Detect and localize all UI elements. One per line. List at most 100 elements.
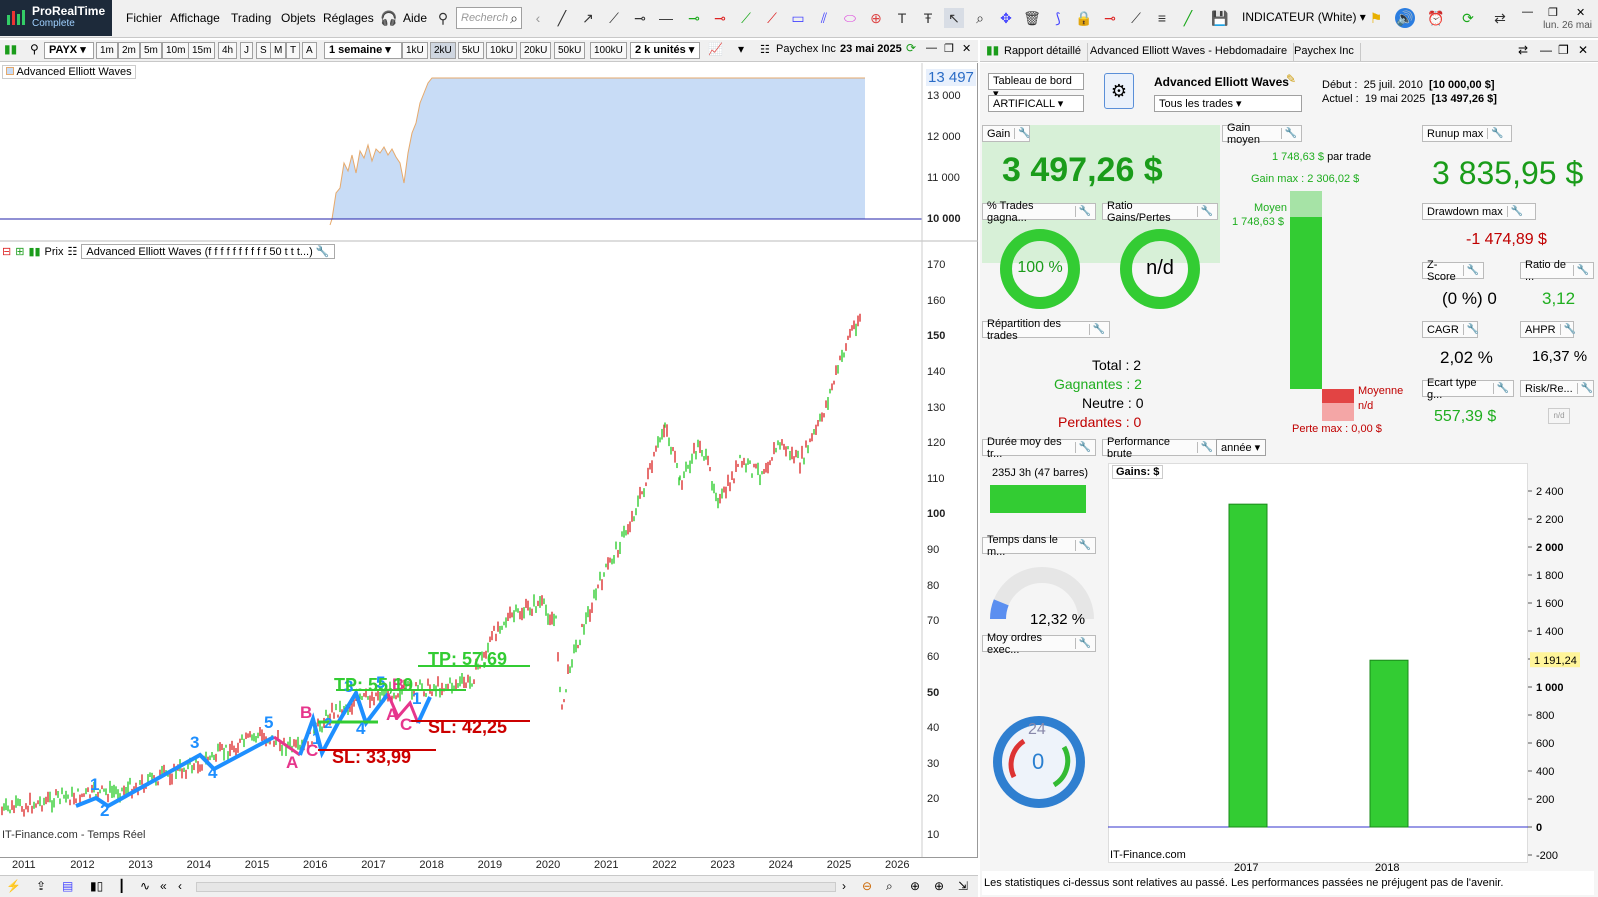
- unit-50ku[interactable]: 50kU: [554, 42, 586, 59]
- search-icon[interactable]: ⌕: [504, 8, 524, 28]
- horizontal-scrollbar[interactable]: [196, 882, 836, 892]
- candle-style-icon[interactable]: ▮▯: [90, 879, 103, 893]
- sync-icon[interactable]: ⟳: [1458, 8, 1478, 28]
- menu-reglages[interactable]: Réglages: [323, 11, 374, 25]
- dashboard-select[interactable]: Tableau de bord ▾: [988, 73, 1084, 100]
- unit-5ku[interactable]: 5kU: [458, 42, 484, 59]
- ecart-header[interactable]: Ecart type g... 🔧: [1422, 377, 1514, 401]
- unit-20ku[interactable]: 20kU: [520, 42, 552, 59]
- zoom-in-alt-icon[interactable]: ⊕: [934, 879, 944, 893]
- wave-tool-icon[interactable]: ⚡: [6, 879, 21, 893]
- line-tool-icon[interactable]: ╱: [552, 8, 572, 28]
- perf-period-select[interactable]: année ▾: [1216, 439, 1266, 456]
- tab-strategy[interactable]: Advanced Elliott Waves - Hebdomadaire: [1084, 43, 1295, 61]
- wrench-icon[interactable]: 🔧: [1576, 383, 1593, 394]
- account-select[interactable]: ARTIFICALL ▾: [988, 95, 1084, 112]
- wrench-icon[interactable]: 🔧: [1280, 128, 1297, 139]
- gain-moyen-header[interactable]: Gain moyen 🔧: [1222, 122, 1302, 146]
- timeframe-s[interactable]: S: [256, 42, 271, 59]
- wrench-icon[interactable]: 🔧: [1462, 324, 1479, 335]
- save-icon[interactable]: 💾: [1210, 8, 1230, 28]
- scroll-left-icon[interactable]: ‹: [528, 8, 548, 28]
- tab-instrument[interactable]: Paychex Inc: [1288, 43, 1361, 61]
- trades-select[interactable]: Tous les trades ▾: [1154, 95, 1302, 112]
- wrench-icon[interactable]: 🔧: [1572, 265, 1589, 276]
- speaker-icon[interactable]: 🔊: [1395, 8, 1415, 28]
- wrench-icon[interactable]: 🔧: [1559, 324, 1576, 335]
- equity-title[interactable]: Advanced Elliott Waves: [2, 65, 136, 79]
- close-icon[interactable]: ✕: [1576, 6, 1585, 19]
- chart-type-icon[interactable]: ▮▮: [4, 42, 17, 56]
- collapse-icon[interactable]: ⊟: [2, 245, 11, 258]
- list-icon[interactable]: ☷: [68, 245, 78, 258]
- wrench-icon[interactable]: 🔧: [1074, 206, 1091, 217]
- tab-rapport[interactable]: Rapport détaillé: [998, 43, 1089, 61]
- share-icon[interactable]: ⇄: [1490, 8, 1510, 28]
- list-icon[interactable]: ☷: [760, 43, 770, 56]
- alert-line-icon[interactable]: ⊸: [1100, 8, 1120, 28]
- scroll-left-button[interactable]: ‹: [178, 879, 182, 893]
- window-controls[interactable]: —: [1522, 6, 1533, 18]
- headset-icon[interactable]: 🎧: [379, 8, 399, 28]
- layout-icon[interactable]: ▤: [62, 879, 73, 893]
- ellipse-tool-icon[interactable]: ⬭: [840, 8, 860, 28]
- menu-objets[interactable]: Objets: [281, 11, 316, 25]
- indicator-chart-icon[interactable]: 📈: [708, 42, 723, 56]
- levels-tool-icon[interactable]: ≡: [1152, 8, 1172, 28]
- edit-icon[interactable]: ✎: [1286, 72, 1296, 86]
- text-tool-icon[interactable]: T: [892, 8, 912, 28]
- wrench-icon[interactable]: 🔧: [1196, 442, 1213, 453]
- scroll-right-button[interactable]: ›: [842, 879, 846, 893]
- add-tool-icon[interactable]: ⊕: [866, 8, 886, 28]
- indicator-select[interactable]: INDICATEUR (White) ▾: [1242, 10, 1366, 24]
- timeframe-m[interactable]: M: [270, 42, 287, 59]
- duree-header[interactable]: Durée moy des tr... 🔧: [982, 436, 1096, 460]
- timeframe-j[interactable]: J: [240, 42, 253, 59]
- auto-scale-icon[interactable]: ⇲: [958, 879, 968, 893]
- green-trend-icon[interactable]: ╱: [1178, 8, 1198, 28]
- timeframe-10m[interactable]: 10m: [162, 42, 190, 59]
- share-chart-icon[interactable]: ⇪: [36, 879, 46, 893]
- bookmark-icon[interactable]: ⚲: [433, 8, 453, 28]
- runup-header[interactable]: Runup max 🔧: [1422, 125, 1512, 142]
- line-style-icon[interactable]: ∿: [140, 879, 150, 893]
- magnet-icon[interactable]: ⟆: [1048, 8, 1068, 28]
- alarm-icon[interactable]: ⏰: [1426, 8, 1446, 28]
- expand-icon[interactable]: ⊞: [15, 245, 24, 258]
- unit-2ku[interactable]: 2kU: [430, 42, 456, 59]
- refresh-icon[interactable]: ⟳: [906, 41, 916, 55]
- drawdown-header[interactable]: Drawdown max 🔧: [1422, 203, 1536, 220]
- risk-header[interactable]: Risk/Re... 🔧: [1520, 380, 1594, 397]
- chevron-down-icon[interactable]: ▾: [738, 42, 744, 56]
- lock-icon[interactable]: 🔒: [1074, 8, 1094, 28]
- arrow-tool-icon[interactable]: ↗: [578, 8, 598, 28]
- gain-header[interactable]: Gain 🔧: [982, 125, 1031, 142]
- timeframe-a[interactable]: A: [302, 42, 317, 59]
- wrench-icon[interactable]: 🔧: [1074, 442, 1091, 453]
- flag-icon[interactable]: ⚑: [1366, 8, 1386, 28]
- timeframe-2m[interactable]: 2m: [118, 42, 140, 59]
- zoom-tool-icon[interactable]: ⌕: [970, 8, 990, 28]
- zoom-in-icon[interactable]: ⊕: [910, 879, 920, 893]
- wrench-icon[interactable]: 🔧: [1487, 128, 1504, 139]
- unit-100ku[interactable]: 100kU: [590, 42, 627, 59]
- wrench-icon[interactable]: 🔧: [1462, 265, 1479, 276]
- ratio-header[interactable]: Ratio Gains/Pertes 🔧: [1102, 200, 1218, 224]
- units-select[interactable]: 2 k unités ▾: [630, 42, 700, 59]
- red-line-icon[interactable]: ⊸: [710, 8, 730, 28]
- wrench-icon[interactable]: 🔧: [1088, 324, 1105, 335]
- temps-header[interactable]: Temps dans le m... 🔧: [982, 534, 1096, 558]
- zoom-reset-icon[interactable]: ⌕: [886, 879, 893, 894]
- double-left-icon[interactable]: «: [160, 879, 167, 893]
- strategy-icon[interactable]: ⚙: [1104, 73, 1134, 109]
- text-box-tool-icon[interactable]: Ŧ: [918, 8, 938, 28]
- restore-icon[interactable]: ❐: [944, 42, 954, 55]
- report-minimize-icon[interactable]: —: [1540, 43, 1552, 57]
- timeframe-5m[interactable]: 5m: [140, 42, 162, 59]
- wrench-icon[interactable]: 🔧: [1196, 206, 1213, 217]
- chart-area[interactable]: Advanced Elliott Waves 13 497 ⊟ ⊞ ▮▮ Pri…: [0, 63, 978, 873]
- trend-red-icon[interactable]: ⟋: [762, 8, 782, 28]
- share-report-icon[interactable]: ⇄: [1518, 43, 1528, 57]
- close-chart-icon[interactable]: ✕: [962, 42, 971, 55]
- move-tool-icon[interactable]: ✥: [996, 8, 1016, 28]
